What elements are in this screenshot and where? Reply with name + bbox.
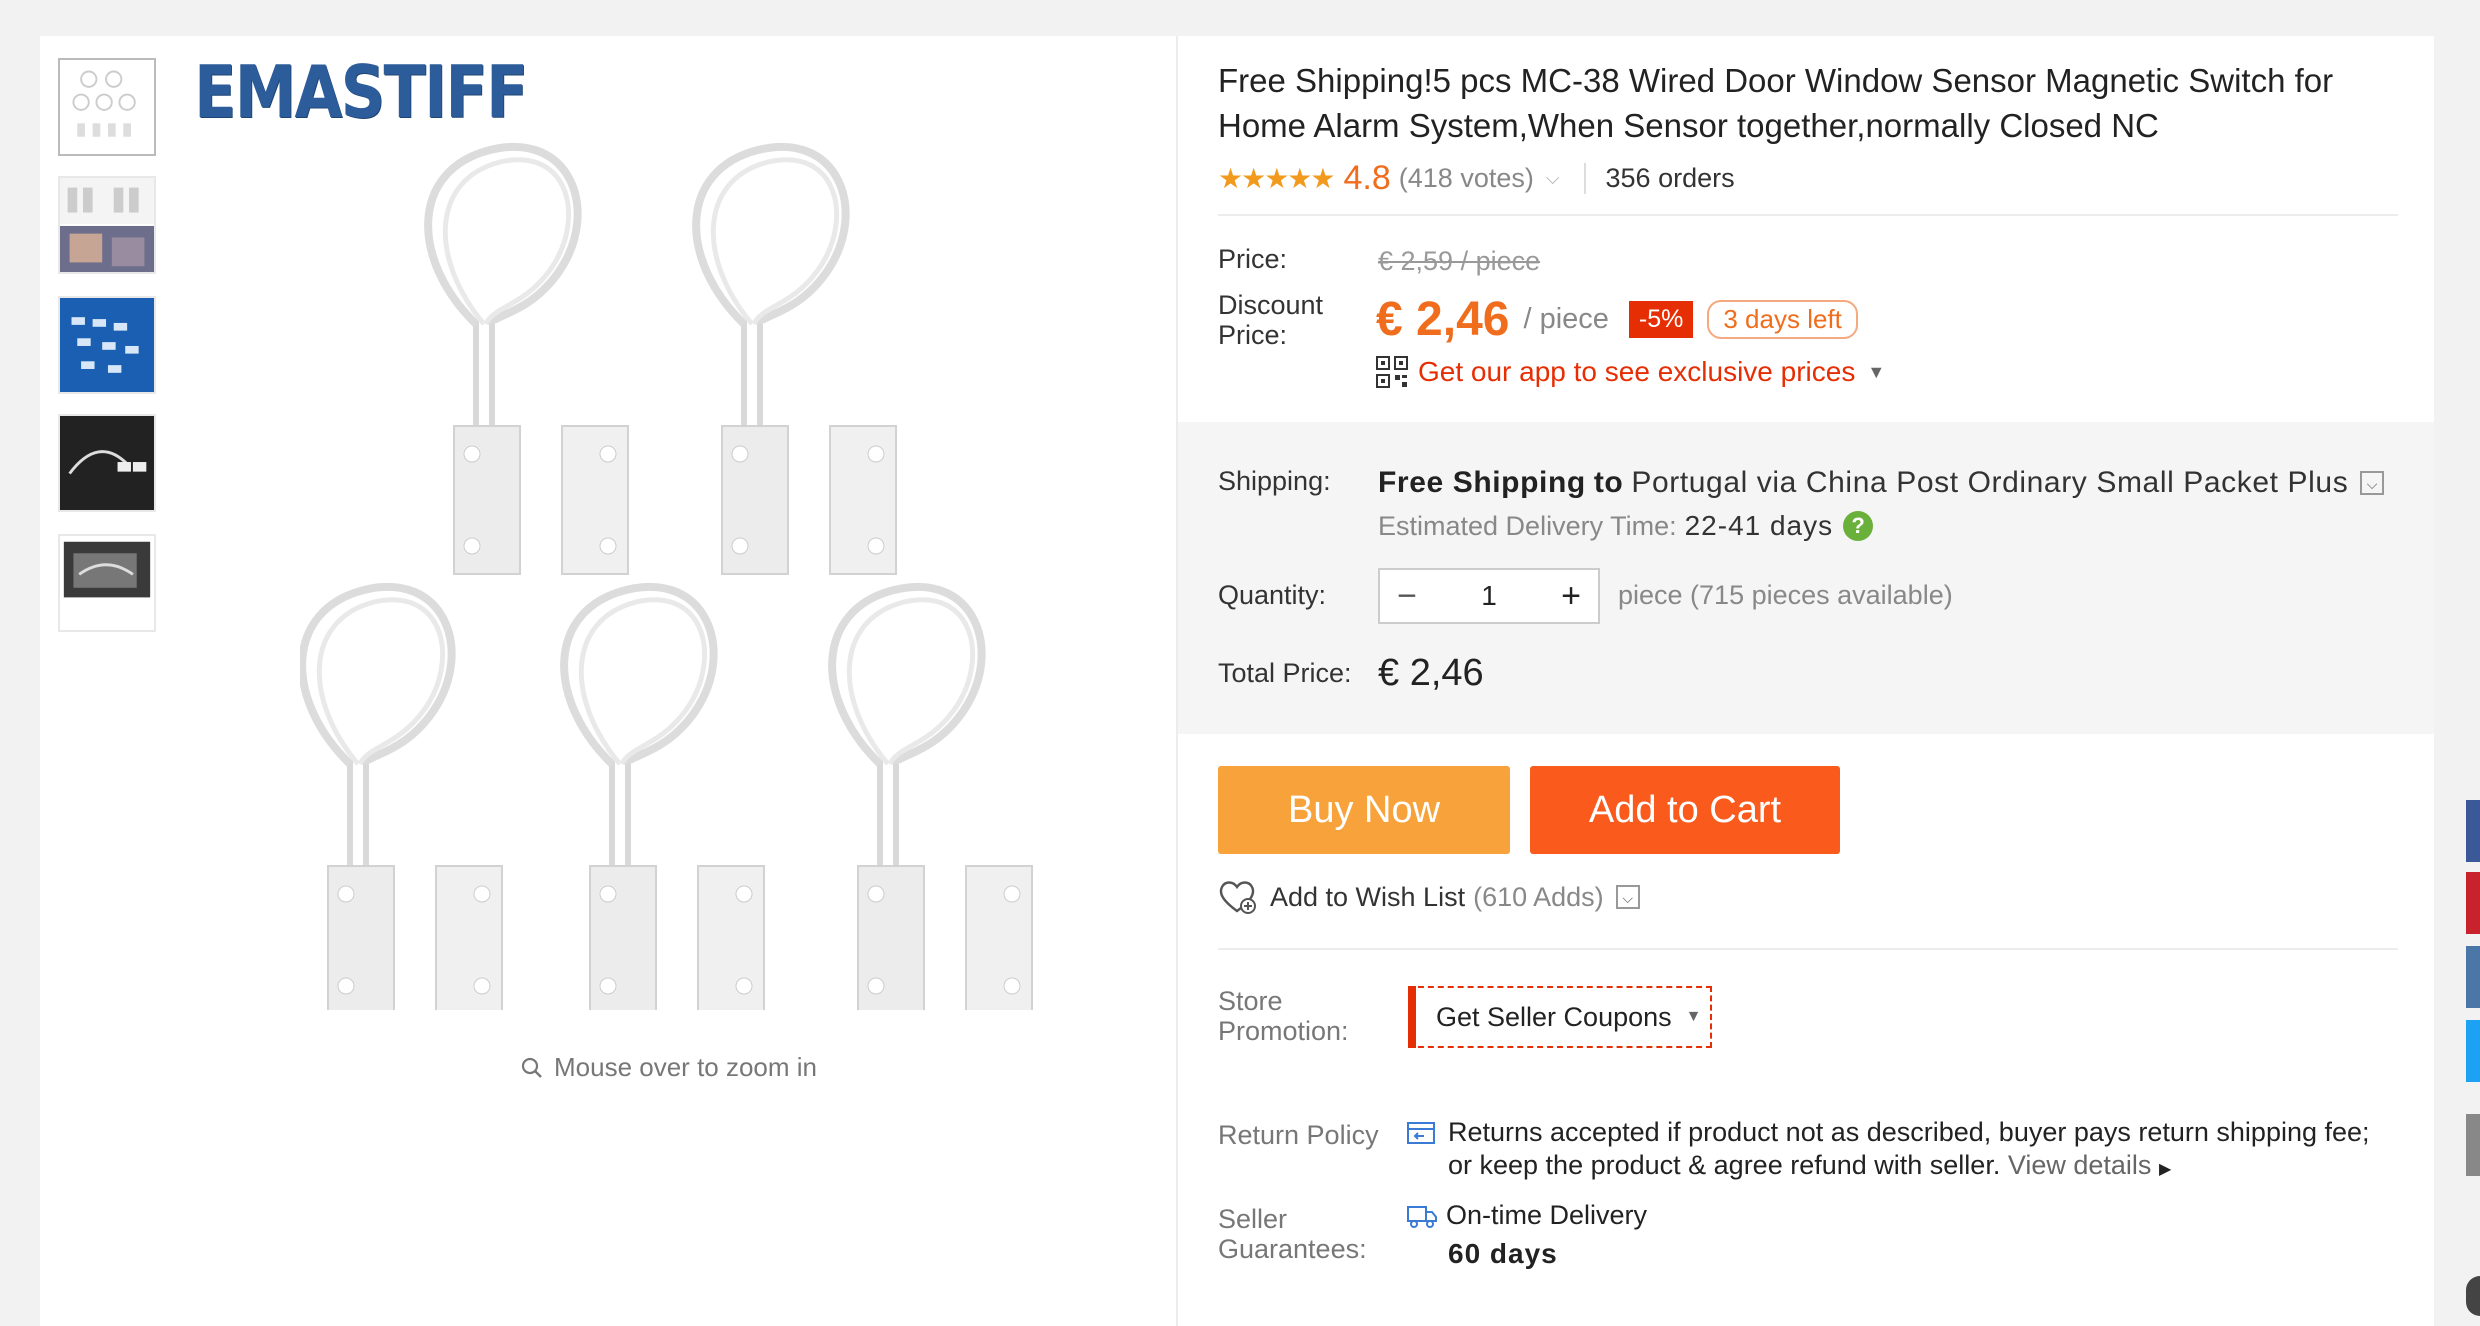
scroll-to-top-button[interactable] (2466, 1276, 2480, 1316)
per-piece-unit: / piece (1523, 303, 1609, 335)
rating-value: 4.8 (1343, 158, 1391, 197)
pieces-available: piece (715 pieces available) (1618, 580, 1953, 610)
product-title: Free Shipping!5 pcs MC-38 Wired Door Win… (1218, 62, 2334, 144)
zoom-hint-text: Mouse over to zoom in (554, 1052, 818, 1082)
return-policy-line-2-text: or keep the product & agree refund with … (1448, 1150, 2001, 1180)
shipping-destination: Portugal via China Post Ordinary Small P… (1631, 466, 2349, 499)
on-time-delivery: On-time Delivery (1406, 1200, 1647, 1231)
divider (1218, 214, 2398, 216)
divider (1218, 948, 2398, 950)
facebook-share-icon[interactable] (2466, 800, 2480, 862)
thumbnail-1[interactable] (58, 58, 156, 156)
wish-list-count: (610 Adds) (1473, 881, 1604, 912)
more-share-icon[interactable] (2466, 1114, 2480, 1176)
qr-code-icon (1376, 356, 1408, 388)
caret-right-icon: ▶ (2158, 1161, 2172, 1178)
rating-stars-icon: ★★★★★ (1218, 162, 1336, 194)
add-to-wish-list[interactable]: Add to Wish List (610 Adds) ⌵ (1218, 880, 1640, 914)
sensor-3 (302, 587, 502, 1010)
coupon-label: Get Seller Coupons (1436, 1001, 1672, 1032)
guarantee-days: 60 days (1448, 1238, 1558, 1269)
on-time-delivery-text: On-time Delivery (1446, 1200, 1648, 1230)
shipping-method[interactable]: Free Shipping to Portugal via China Post… (1378, 466, 2385, 500)
return-policy-line-2: or keep the product & agree refund with … (1448, 1149, 2408, 1186)
return-policy-label: Return Policy (1218, 1120, 1379, 1150)
shipping-to-text: to (1593, 466, 1624, 499)
sensor-5 (832, 587, 1032, 1010)
app-promo-text: Get our app to see exclusive prices (1418, 356, 1856, 387)
store-promotion-label: Store Promotion: (1218, 986, 1349, 1046)
total-price: € 2,46 (1378, 652, 1484, 694)
increment-button[interactable]: + (1544, 577, 1598, 616)
caret-down-icon: ▼ (1867, 361, 1886, 382)
orders-count: 356 orders (1583, 162, 1735, 194)
thumbnail-image-icon (60, 416, 154, 510)
discount-percent-badge: -5% (1628, 301, 1694, 338)
total-price-label: Total Price: (1218, 658, 1352, 688)
estimate-days: 22-41 days (1684, 510, 1834, 541)
thumbnail-image-icon (60, 536, 154, 630)
thumbnail-2[interactable] (58, 176, 156, 274)
magnifier-icon (521, 1057, 542, 1078)
thumbnail-image-icon (60, 178, 154, 272)
rating-row: ★★★★★ 4.8 (418 votes) ⌵ 356 orders (1218, 156, 1735, 200)
chevron-down-icon[interactable]: ⌵ (1546, 168, 1560, 189)
delivery-truck-icon (1407, 1205, 1437, 1228)
quantity-stepper: − + (1378, 568, 1600, 624)
shipping-label: Shipping: (1218, 466, 1331, 496)
seller-guarantees-label-line-1: Seller (1218, 1204, 1288, 1234)
discount-price: € 2,46 (1376, 293, 1510, 346)
get-seller-coupons-button[interactable]: Get Seller Coupons ▼ (1408, 986, 1712, 1048)
free-shipping-text: Free Shipping (1378, 466, 1586, 499)
buy-now-button[interactable]: Buy Now (1218, 766, 1510, 854)
original-price: € 2,59 / piece (1378, 246, 1541, 276)
return-policy-line-1: Returns accepted if product not as descr… (1448, 1117, 2370, 1147)
thumbnail-5[interactable] (58, 534, 156, 632)
thumbnail-4[interactable] (58, 414, 156, 512)
discount-price-label-line-2: Price: (1218, 320, 1288, 350)
seller-guarantees-label-line-2: Guarantees: (1218, 1234, 1367, 1264)
sensor-4 (564, 587, 764, 1010)
discount-price-label: Discount Price: (1218, 290, 1323, 350)
store-promotion-label-line-1: Store (1218, 986, 1283, 1016)
thumbnail-3[interactable] (58, 296, 156, 394)
sensor-1 (428, 147, 628, 574)
add-to-cart-button[interactable]: Add to Cart (1530, 766, 1840, 854)
app-promo-link[interactable]: Get our app to see exclusive prices ▼ (1376, 356, 1885, 388)
pinterest-share-icon[interactable] (2466, 872, 2480, 934)
thumbnail-image-icon (60, 60, 154, 154)
seller-guarantees-label: Seller Guarantees: (1218, 1204, 1367, 1264)
delivery-estimate: Estimated Delivery Time: 22-41 days ? (1378, 510, 1874, 542)
thumbnail-image-icon (60, 298, 154, 392)
quantity-input[interactable] (1434, 579, 1544, 613)
chevron-down-icon[interactable]: ⌵ (2360, 471, 2385, 495)
discount-price-row: € 2,46 / piece -5% 3 days left (1376, 292, 1858, 347)
return-policy-icon (1407, 1122, 1435, 1144)
twitter-share-icon[interactable] (2466, 1020, 2480, 1082)
sensor-2 (696, 147, 896, 574)
store-promotion-label-line-2: Promotion: (1218, 1016, 1349, 1046)
heart-plus-icon (1219, 881, 1256, 914)
vk-share-icon[interactable] (2466, 946, 2480, 1008)
discount-price-label-line-1: Discount (1218, 290, 1324, 320)
view-details-link[interactable]: View details (2008, 1150, 2152, 1180)
return-policy-text: Returns accepted if product not as descr… (1448, 1116, 2408, 1186)
quantity-label: Quantity: (1218, 580, 1327, 610)
help-icon[interactable]: ? (1843, 511, 1874, 541)
caret-down-icon: ▼ (1685, 1008, 1702, 1025)
estimate-label: Estimated Delivery Time: (1378, 510, 1677, 541)
chevron-down-icon[interactable]: ⌵ (1615, 885, 1640, 909)
wish-list-label: Add to Wish List (1270, 881, 1466, 912)
price-label: Price: (1218, 244, 1288, 274)
days-left-badge: 3 days left (1707, 300, 1858, 339)
main-product-image[interactable] (300, 110, 1080, 1010)
decrement-button[interactable]: − (1380, 577, 1434, 616)
zoom-hint: Mouse over to zoom in (520, 1052, 817, 1083)
votes-count[interactable]: (418 votes) (1399, 163, 1534, 194)
